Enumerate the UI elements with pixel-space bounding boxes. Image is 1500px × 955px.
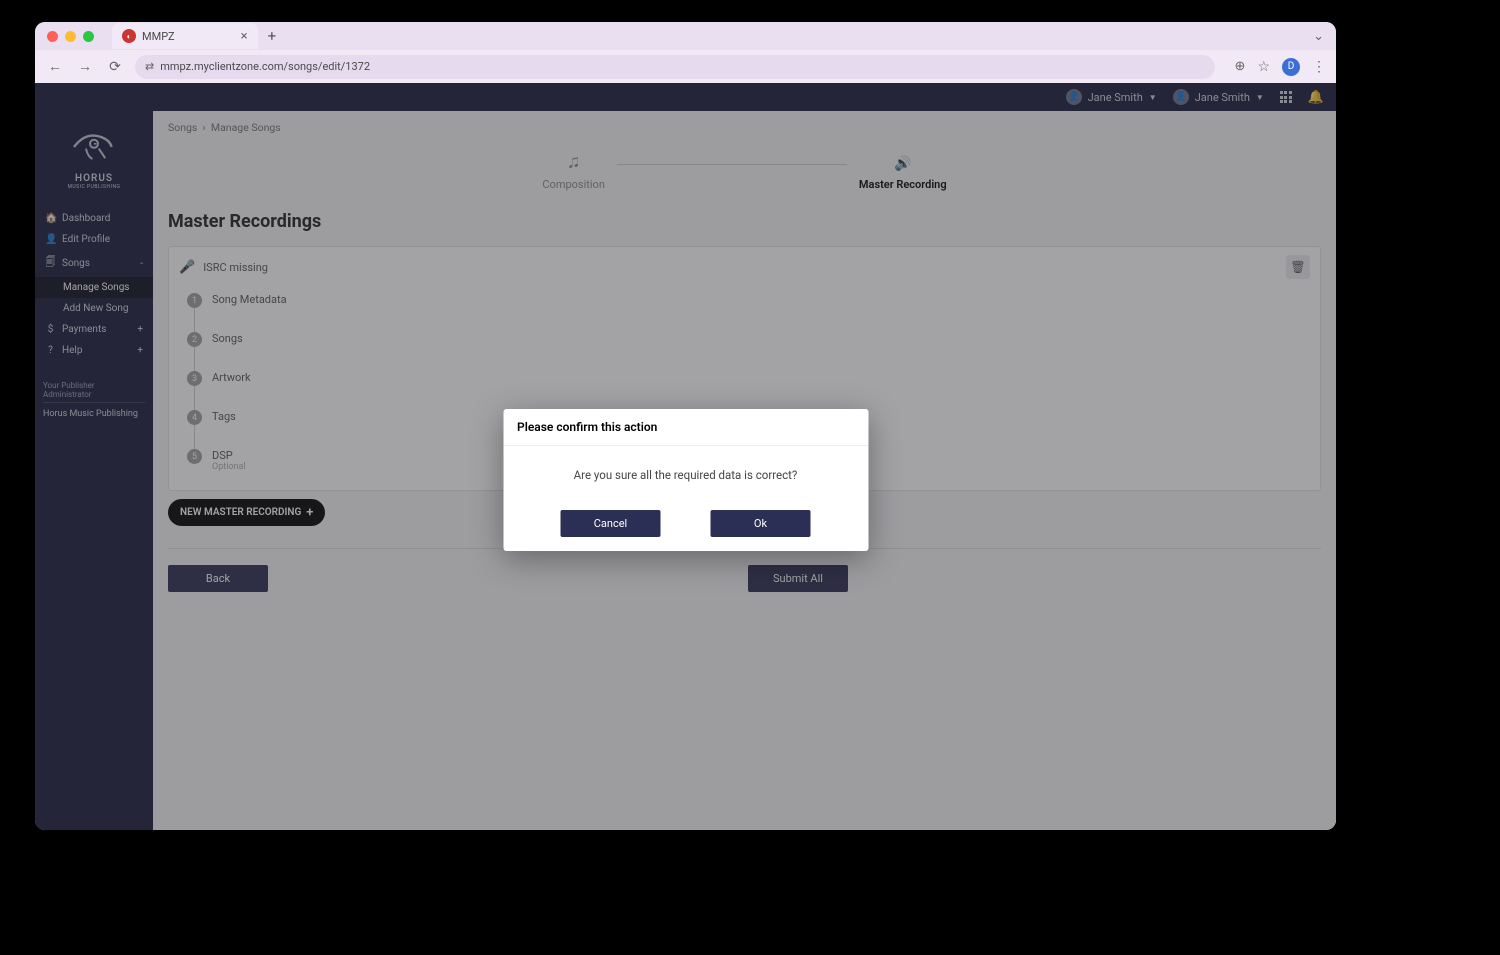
browser-tab[interactable]: ◐ MMPZ × <box>112 23 258 49</box>
browser-toolbar: ← → ⟳ ⇄ mmpz.myclientzone.com/songs/edit… <box>35 50 1336 83</box>
browser-profile-avatar[interactable]: D <box>1282 58 1300 76</box>
back-button[interactable]: ← <box>45 58 65 75</box>
site-info-icon[interactable]: ⇄ <box>145 60 154 73</box>
tab-favicon-icon: ◐ <box>122 29 136 43</box>
browser-menu-icon[interactable]: ⋮ <box>1312 59 1326 75</box>
tab-title: MMPZ <box>142 30 175 43</box>
cancel-button[interactable]: Cancel <box>561 510 661 537</box>
ok-button[interactable]: Ok <box>711 510 811 537</box>
confirm-modal: Please confirm this action Are you sure … <box>503 409 868 551</box>
install-app-icon[interactable]: ⊕ <box>1235 59 1246 74</box>
window-maximize-icon[interactable] <box>83 31 94 42</box>
close-tab-icon[interactable]: × <box>241 29 248 44</box>
chevron-down-icon[interactable]: ⌄ <box>1313 29 1324 44</box>
bookmark-icon[interactable]: ☆ <box>1257 59 1270 75</box>
forward-button[interactable]: → <box>75 58 95 75</box>
modal-title: Please confirm this action <box>503 409 868 446</box>
address-bar[interactable]: ⇄ mmpz.myclientzone.com/songs/edit/1372 <box>135 55 1215 79</box>
reload-button[interactable]: ⟳ <box>105 59 125 75</box>
window-minimize-icon[interactable] <box>65 31 76 42</box>
new-tab-button[interactable]: + <box>268 27 277 45</box>
url-text: mmpz.myclientzone.com/songs/edit/1372 <box>160 60 370 73</box>
window-close-icon[interactable] <box>47 31 58 42</box>
modal-message: Are you sure all the required data is co… <box>503 446 868 504</box>
title-bar: ◐ MMPZ × + ⌄ <box>35 22 1336 50</box>
